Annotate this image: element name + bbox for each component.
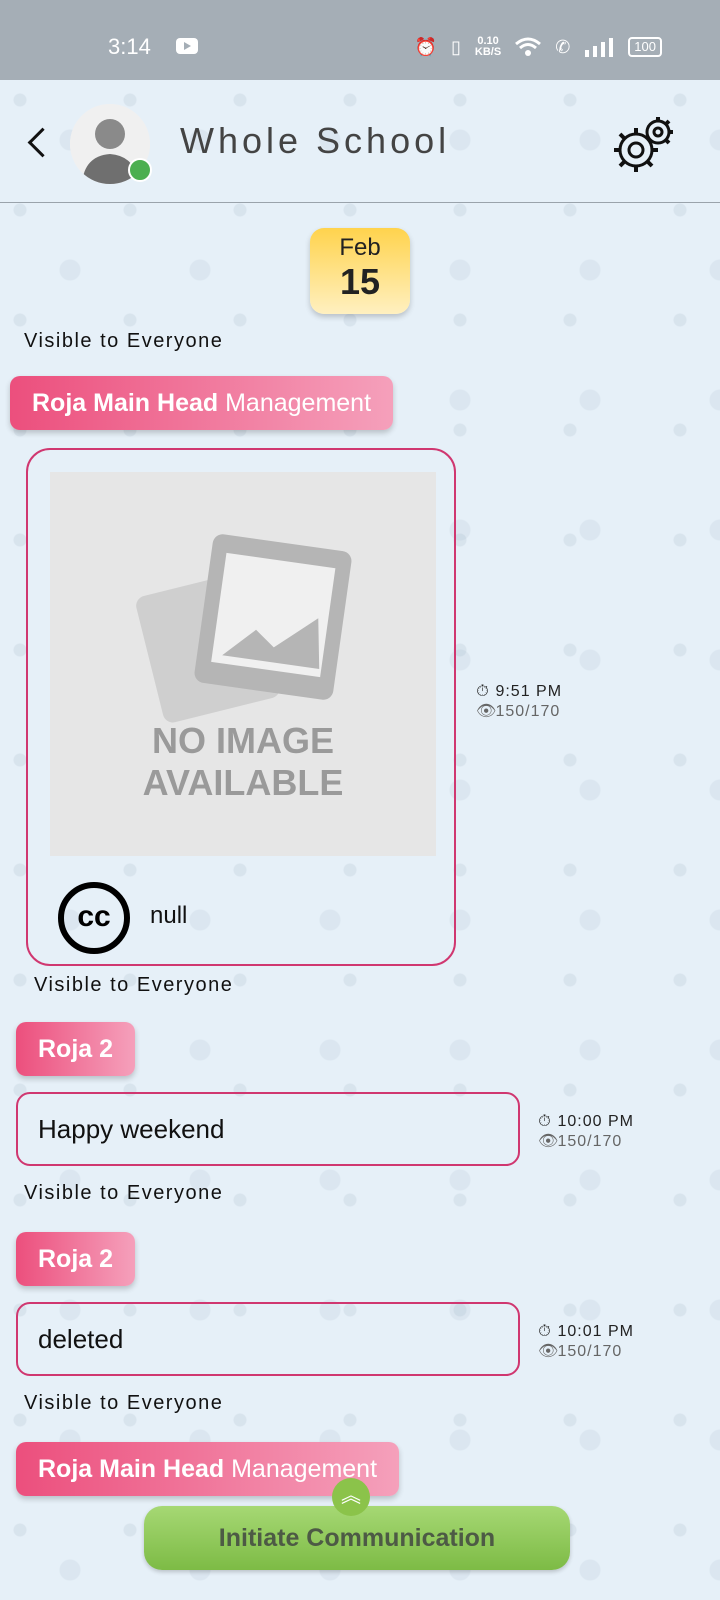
no-image-text: NO IMAGE AVAILABLE bbox=[50, 720, 436, 804]
status-icons: ⏰ ▯ 0.10 KB/S ✆ 100 bbox=[415, 36, 662, 58]
message-meta: ⏱ 10:00 PM 👁 150/170 bbox=[538, 1112, 634, 1152]
online-status-dot bbox=[128, 158, 152, 182]
initiate-communication-button[interactable]: Initiate Communication bbox=[144, 1506, 570, 1570]
sender-role: Management bbox=[225, 389, 372, 417]
eye-icon: 👁 bbox=[538, 1133, 560, 1150]
date-day: 15 bbox=[339, 261, 381, 302]
visibility-label: Visible to Everyone bbox=[24, 330, 224, 352]
text-message-bubble[interactable]: deleted bbox=[16, 1302, 520, 1376]
no-image-line2: AVAILABLE bbox=[142, 762, 344, 803]
page-title: Whole School bbox=[180, 120, 451, 161]
network-speed: 0.10 KB/S bbox=[475, 36, 501, 58]
sender-name: Roja 2 bbox=[38, 1035, 114, 1063]
double-chevron-up-icon[interactable]: ︽ bbox=[332, 1478, 370, 1516]
sender-name: Roja Main Head bbox=[32, 389, 219, 417]
message-time: 10:00 PM bbox=[557, 1113, 634, 1130]
image-placeholder[interactable]: NO IMAGE AVAILABLE bbox=[50, 472, 436, 856]
no-image-line1: NO IMAGE bbox=[151, 720, 334, 761]
image-caption: null bbox=[150, 902, 188, 929]
text-message-bubble[interactable]: Happy weekend bbox=[16, 1092, 520, 1166]
youtube-notification-icon bbox=[176, 38, 198, 54]
date-badge: Feb 15 bbox=[310, 228, 410, 314]
battery-indicator: 100 bbox=[628, 37, 662, 57]
message-time: 9:51 PM bbox=[495, 683, 563, 700]
sender-tag[interactable]: Roja Main Head Management bbox=[10, 376, 394, 430]
sender-tag[interactable]: Roja 2 bbox=[16, 1022, 136, 1076]
back-arrow-icon[interactable] bbox=[24, 124, 50, 160]
message-meta: ⏱ 10:01 PM 👁 150/170 bbox=[538, 1322, 634, 1362]
eye-icon: 👁 bbox=[538, 1343, 560, 1360]
visibility-label: Visible to Everyone bbox=[24, 1182, 224, 1204]
stopwatch-icon: ⏱ bbox=[538, 1113, 552, 1130]
visibility-label: Visible to Everyone bbox=[24, 1392, 224, 1414]
wifi-icon bbox=[515, 37, 542, 56]
image-message-card[interactable]: NO IMAGE AVAILABLE cc null bbox=[26, 448, 456, 966]
message-meta: ⏱ 9:51 PM 👁 150/170 bbox=[476, 682, 562, 722]
signal-icon bbox=[585, 38, 614, 57]
sender-name: Roja Main Head bbox=[38, 1455, 225, 1483]
stopwatch-icon: ⏱ bbox=[476, 683, 490, 700]
chat-header: Whole School bbox=[0, 80, 720, 203]
status-bar: 3:14 ⏰ ▯ 0.10 KB/S ✆ 100 bbox=[0, 0, 720, 80]
sender-name: Roja 2 bbox=[38, 1245, 114, 1273]
message-time: 10:01 PM bbox=[557, 1323, 634, 1340]
status-time: 3:14 bbox=[108, 34, 151, 59]
vibrate-icon: ▯ bbox=[451, 36, 461, 57]
creative-commons-icon: cc bbox=[58, 882, 130, 954]
network-speed-unit: KB/S bbox=[474, 46, 502, 58]
sender-tag[interactable]: Roja 2 bbox=[16, 1232, 136, 1286]
visibility-label: Visible to Everyone bbox=[34, 974, 234, 996]
message-views: 150/170 bbox=[495, 703, 561, 720]
gear-icon[interactable] bbox=[606, 110, 678, 182]
alarm-icon: ⏰ bbox=[414, 36, 438, 57]
message-views: 150/170 bbox=[557, 1343, 623, 1360]
wifi-call-icon: ✆ bbox=[555, 36, 571, 57]
date-month: Feb bbox=[339, 234, 381, 261]
eye-icon: 👁 bbox=[476, 703, 498, 720]
stopwatch-icon: ⏱ bbox=[538, 1323, 552, 1340]
message-views: 150/170 bbox=[557, 1133, 623, 1150]
